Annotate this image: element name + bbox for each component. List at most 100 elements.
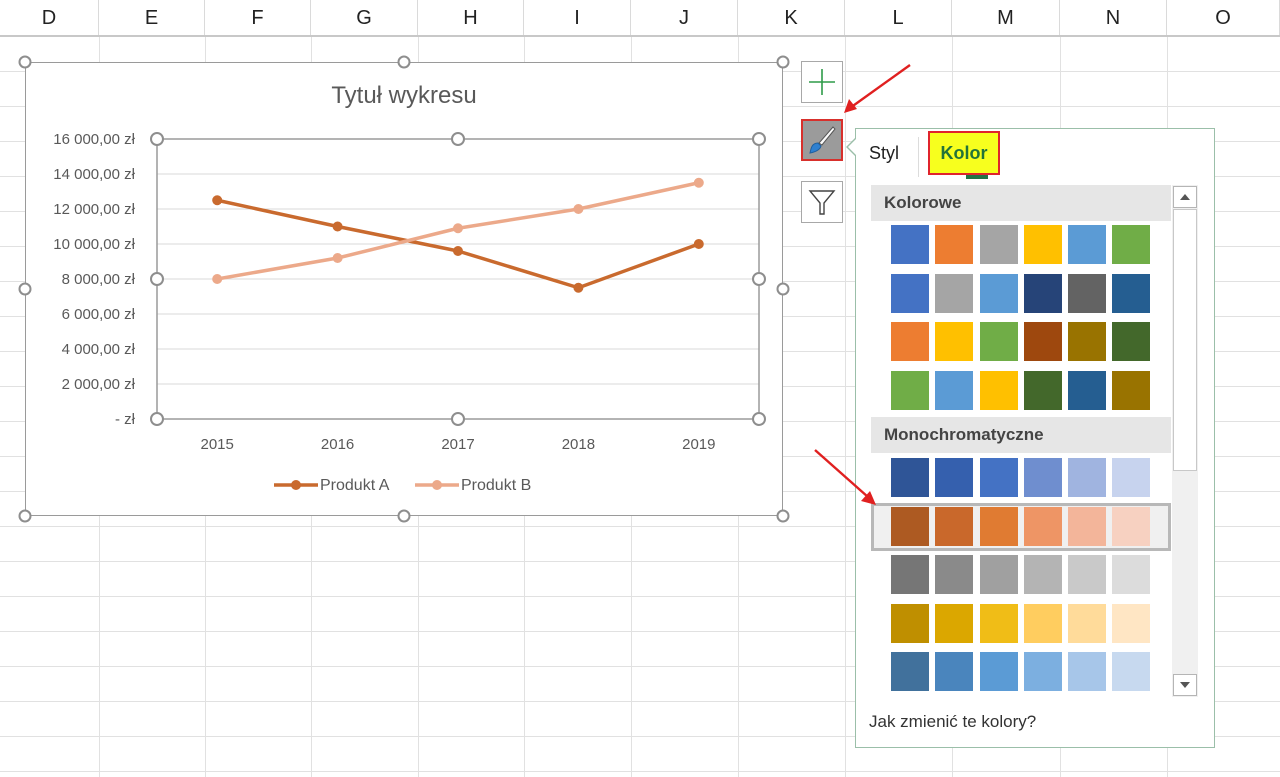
scrollbar[interactable] — [1172, 185, 1198, 697]
color-scheme-option[interactable] — [871, 318, 1171, 366]
color-swatch — [1068, 273, 1106, 313]
chart-resize-handle[interactable] — [397, 509, 411, 523]
color-swatch — [1068, 370, 1106, 410]
chart-resize-handle[interactable] — [18, 55, 32, 69]
column-header-d[interactable]: D — [0, 0, 99, 36]
color-swatch — [980, 322, 1018, 361]
column-header-e[interactable]: E — [99, 0, 205, 36]
column-header-f[interactable]: F — [205, 0, 311, 36]
annotation-arrow-brush — [844, 64, 911, 113]
color-swatch — [980, 603, 1018, 643]
color-scheme-option[interactable] — [871, 454, 1171, 502]
chevron-up-icon — [1180, 194, 1190, 200]
color-swatch — [891, 322, 929, 361]
color-swatch — [891, 603, 929, 643]
color-swatch — [1024, 555, 1062, 594]
chart-elements-button[interactable] — [801, 61, 843, 103]
color-swatch — [935, 322, 973, 361]
color-swatch — [891, 506, 929, 546]
color-swatch — [891, 225, 929, 264]
color-swatch — [1112, 322, 1150, 361]
chart-area[interactable] — [25, 62, 783, 516]
column-header-m[interactable]: M — [952, 0, 1060, 36]
color-swatch — [935, 652, 973, 691]
scroll-up-button[interactable] — [1173, 186, 1197, 208]
column-header-k[interactable]: K — [738, 0, 845, 36]
color-swatch — [935, 555, 973, 594]
column-header-o[interactable]: O — [1167, 0, 1280, 36]
color-swatch — [1024, 652, 1062, 691]
color-swatch — [1068, 652, 1106, 691]
color-swatch — [1112, 458, 1150, 497]
chart-resize-handle[interactable] — [776, 282, 790, 296]
how-to-change-colors-link[interactable]: Jak zmienić te kolory? — [869, 712, 1036, 732]
color-swatch — [980, 458, 1018, 497]
color-swatch — [935, 273, 973, 313]
chart-resize-handle[interactable] — [18, 509, 32, 523]
color-swatch — [1024, 458, 1062, 497]
tab-color[interactable]: Kolor — [928, 131, 1000, 175]
color-swatch — [935, 370, 973, 410]
color-swatch — [1024, 506, 1062, 546]
chart-styles-button[interactable] — [801, 119, 843, 161]
color-swatch — [1112, 506, 1150, 546]
color-swatch — [891, 273, 929, 313]
color-swatch — [1112, 603, 1150, 643]
color-swatch — [891, 458, 929, 497]
color-swatch — [891, 555, 929, 594]
group-header-colorful: Kolorowe — [871, 185, 1171, 221]
color-scheme-option[interactable] — [871, 502, 1171, 551]
scroll-down-button[interactable] — [1173, 674, 1197, 696]
plus-icon — [809, 69, 835, 95]
chart-resize-handle[interactable] — [397, 55, 411, 69]
color-swatch — [935, 225, 973, 264]
grid-hline — [0, 771, 1280, 772]
color-swatch — [935, 458, 973, 497]
color-scheme-option[interactable] — [871, 367, 1171, 415]
color-scheme-option[interactable] — [871, 551, 1171, 599]
color-swatch — [1112, 370, 1150, 410]
color-swatch — [1068, 458, 1106, 497]
color-swatch — [1112, 273, 1150, 313]
color-swatch — [980, 555, 1018, 594]
brush-icon — [809, 126, 836, 154]
color-scheme-option[interactable] — [871, 270, 1171, 318]
column-header-l[interactable]: L — [845, 0, 952, 36]
color-swatch — [1068, 506, 1106, 546]
annotation-arrow-mono — [814, 449, 876, 505]
color-swatch — [1024, 370, 1062, 410]
funnel-icon — [808, 190, 836, 215]
color-swatch — [1068, 322, 1106, 361]
color-swatch — [1024, 322, 1062, 361]
chart-title[interactable]: Tytuł wykresu — [25, 82, 783, 110]
chevron-down-icon — [1180, 682, 1190, 688]
column-header-j[interactable]: J — [631, 0, 738, 36]
color-swatch — [1112, 652, 1150, 691]
color-scheme-option[interactable] — [871, 600, 1171, 648]
color-swatch — [980, 370, 1018, 410]
scrollbar-thumb[interactable] — [1173, 209, 1197, 471]
color-scheme-option[interactable] — [871, 221, 1171, 269]
tab-separator — [918, 137, 919, 177]
chart-resize-handle[interactable] — [776, 509, 790, 523]
tab-style[interactable]: Styl — [869, 143, 899, 164]
color-swatch — [1024, 225, 1062, 264]
color-swatch — [1112, 225, 1150, 264]
color-swatch — [935, 506, 973, 546]
column-header-n[interactable]: N — [1060, 0, 1167, 36]
color-swatch — [1112, 555, 1150, 594]
color-swatch — [1024, 603, 1062, 643]
column-header-g[interactable]: G — [311, 0, 418, 36]
chart-resize-handle[interactable] — [776, 55, 790, 69]
panel-pointer-inner — [848, 139, 856, 155]
chart-styles-panel: Styl Kolor Kolorowe Monochromatyczne Jak … — [855, 128, 1215, 748]
column-header-i[interactable]: I — [524, 0, 631, 36]
color-swatch — [935, 603, 973, 643]
chart-filters-button[interactable] — [801, 181, 843, 223]
color-swatch — [980, 225, 1018, 264]
column-header-h[interactable]: H — [418, 0, 524, 36]
chart-resize-handle[interactable] — [18, 282, 32, 296]
color-scheme-option[interactable] — [871, 648, 1171, 696]
color-swatch — [891, 652, 929, 691]
color-swatch — [1024, 273, 1062, 313]
